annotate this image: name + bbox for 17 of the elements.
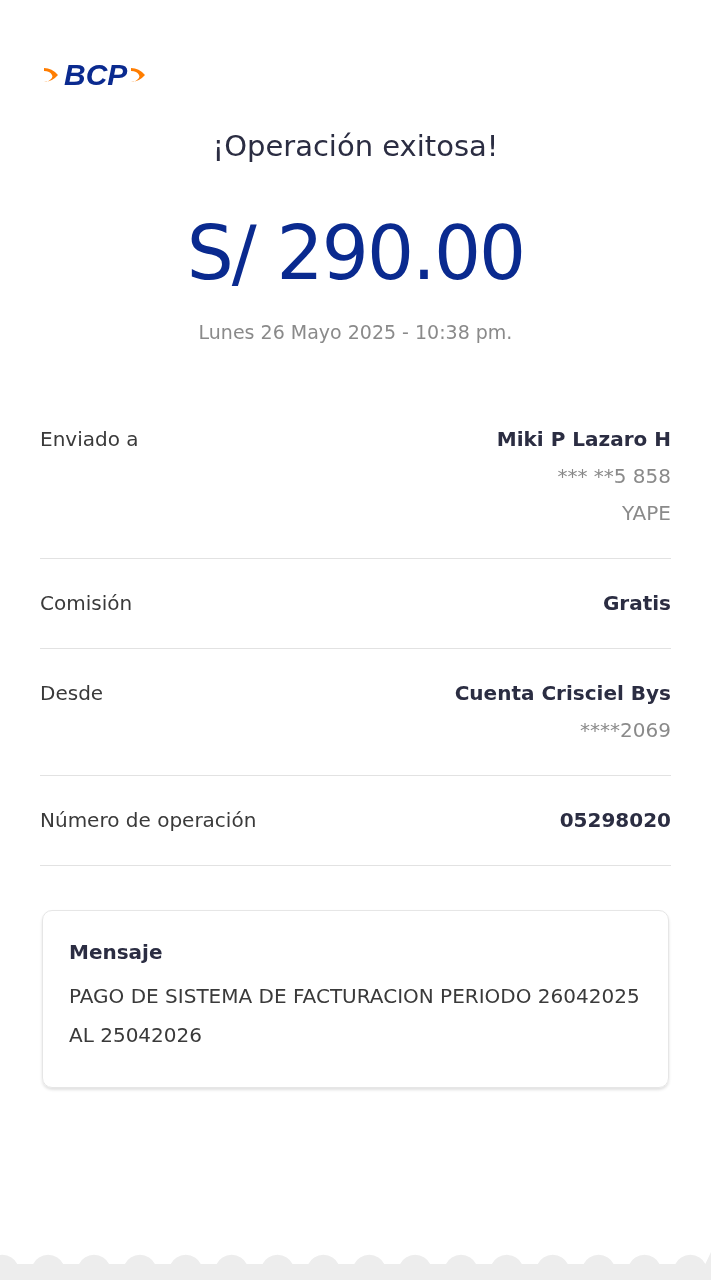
amount: S/ 290.00 bbox=[186, 216, 525, 291]
detail-value: 05298020 bbox=[559, 806, 671, 834]
detail-subtext: ****2069 bbox=[580, 716, 671, 744]
detail-subtext: *** **5 858 bbox=[557, 462, 671, 490]
logo-text: BCP bbox=[64, 60, 128, 90]
detail-label: Comisión bbox=[40, 589, 133, 617]
success-title: ¡Operación exitosa! bbox=[212, 128, 499, 165]
detail-label: Enviado a bbox=[40, 425, 139, 453]
detail-value: Miki P Lazaro H bbox=[496, 425, 671, 453]
detail-value: Cuenta Crisciel Bys bbox=[454, 679, 671, 707]
detail-label: Desde bbox=[40, 679, 104, 707]
message-heading: Mensaje bbox=[69, 938, 164, 966]
message-text: PAGO DE SISTEMA DE FACTURACION PERIODO 26042025 AL 25042026 bbox=[69, 982, 641, 1049]
detail-label: Número de operación bbox=[40, 806, 257, 834]
detail-subtext: YAPE bbox=[621, 499, 671, 527]
detail-value: Gratis bbox=[602, 589, 671, 617]
date-time: Lunes 26 Mayo 2025 - 10:38 pm. bbox=[198, 320, 513, 346]
